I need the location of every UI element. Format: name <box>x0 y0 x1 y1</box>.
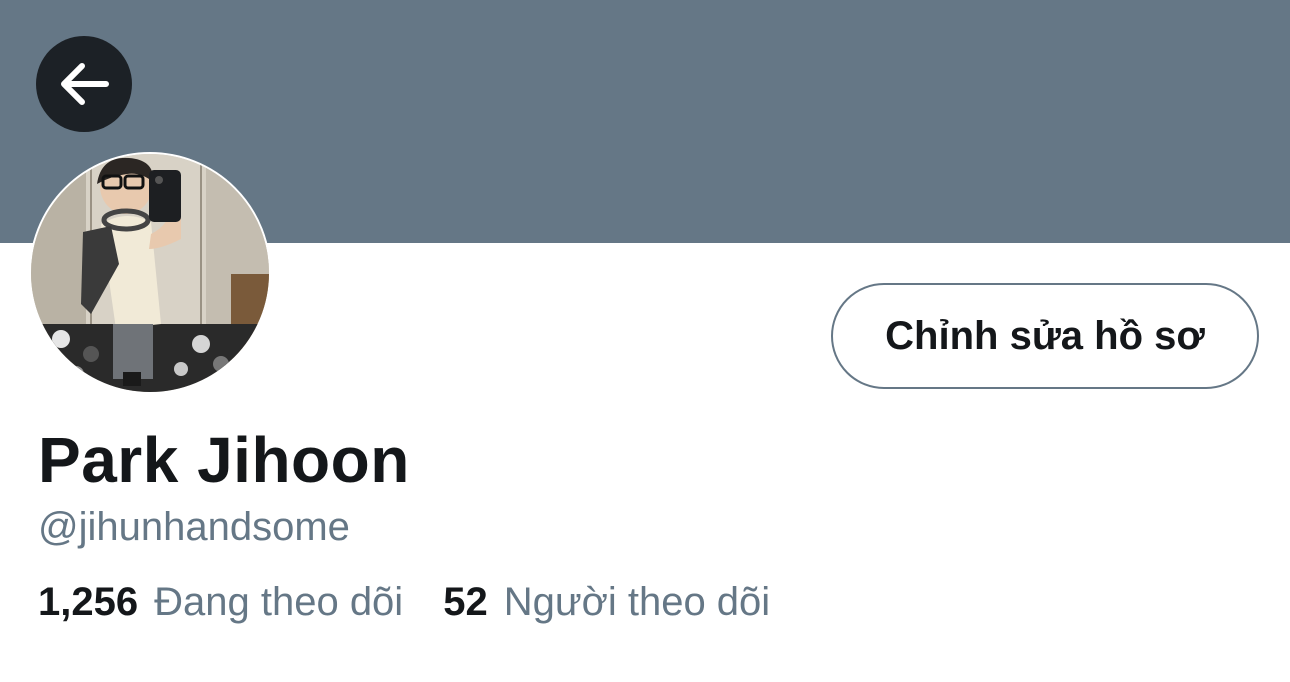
edit-profile-label: Chỉnh sửa hồ sơ <box>885 313 1205 358</box>
display-name: Park Jihoon <box>38 424 410 496</box>
follow-stats: 1,256 Đang theo dõi 52 Người theo dõi <box>38 578 770 626</box>
followers-label: Người theo dõi <box>503 580 771 624</box>
user-handle: @jihunhandsome <box>38 505 350 549</box>
back-button[interactable] <box>36 36 132 132</box>
arrow-left-icon <box>61 63 109 105</box>
avatar[interactable] <box>29 152 271 394</box>
edit-profile-button[interactable]: Chỉnh sửa hồ sơ <box>831 283 1259 389</box>
followers-count: 52 <box>443 580 488 624</box>
profile-page: Chỉnh sửa hồ sơ Park Jihoon @jihunhandso… <box>0 0 1290 682</box>
avatar-photo <box>31 154 269 392</box>
following-count: 1,256 <box>38 580 139 624</box>
following-link[interactable]: 1,256 Đang theo dõi <box>38 578 403 626</box>
followers-link[interactable]: 52 Người theo dõi <box>443 578 770 626</box>
following-label: Đang theo dõi <box>154 580 404 624</box>
